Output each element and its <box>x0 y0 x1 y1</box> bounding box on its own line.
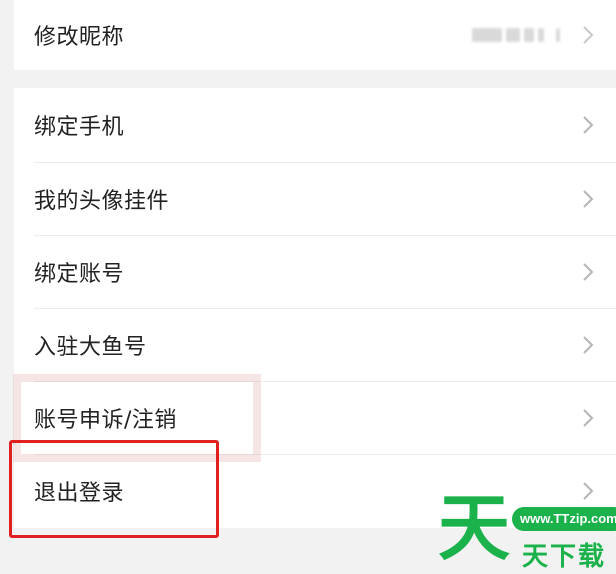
chevron-right-icon <box>572 480 594 502</box>
settings-row-avatar-pendant[interactable]: 我的头像挂件 <box>14 162 616 235</box>
chevron-right-icon <box>572 24 594 46</box>
watermark-text: 天下载 <box>522 542 607 572</box>
nickname-row[interactable]: 修改昵称 <box>14 0 616 70</box>
settings-row-label: 退出登录 <box>34 481 125 506</box>
settings-row-bind-phone[interactable]: 绑定手机 <box>14 88 616 162</box>
settings-row-label: 账号申诉/注销 <box>34 407 177 433</box>
watermark-site: www.TTzip.com <box>512 507 616 531</box>
chevron-right-icon <box>572 407 594 429</box>
settings-card-profile: 修改昵称 <box>14 0 616 70</box>
settings-row-label: 绑定手机 <box>34 115 125 140</box>
chevron-right-icon <box>572 188 594 210</box>
nickname-value-blurred <box>472 28 560 42</box>
chevron-right-icon <box>572 114 594 136</box>
watermark-logo: 天 www.TTzip.com 天下载 <box>436 492 616 574</box>
chevron-right-icon <box>572 261 594 283</box>
settings-card-account: 绑定手机 我的头像挂件 绑定账号 入驻大鱼号 账号申诉/注销 退出登录 <box>14 88 616 528</box>
settings-row-bind-account[interactable]: 绑定账号 <box>14 235 616 308</box>
watermark-big-char: 天 <box>438 486 511 570</box>
nickname-row-label: 修改昵称 <box>34 25 125 50</box>
settings-row-label: 我的头像挂件 <box>34 188 170 214</box>
settings-row-appeal-cancel[interactable]: 账号申诉/注销 <box>14 381 616 454</box>
settings-row-label: 绑定账号 <box>34 261 125 287</box>
settings-row-label: 入驻大鱼号 <box>34 334 147 360</box>
settings-row-dayu-account[interactable]: 入驻大鱼号 <box>14 308 616 381</box>
chevron-right-icon <box>572 334 594 356</box>
